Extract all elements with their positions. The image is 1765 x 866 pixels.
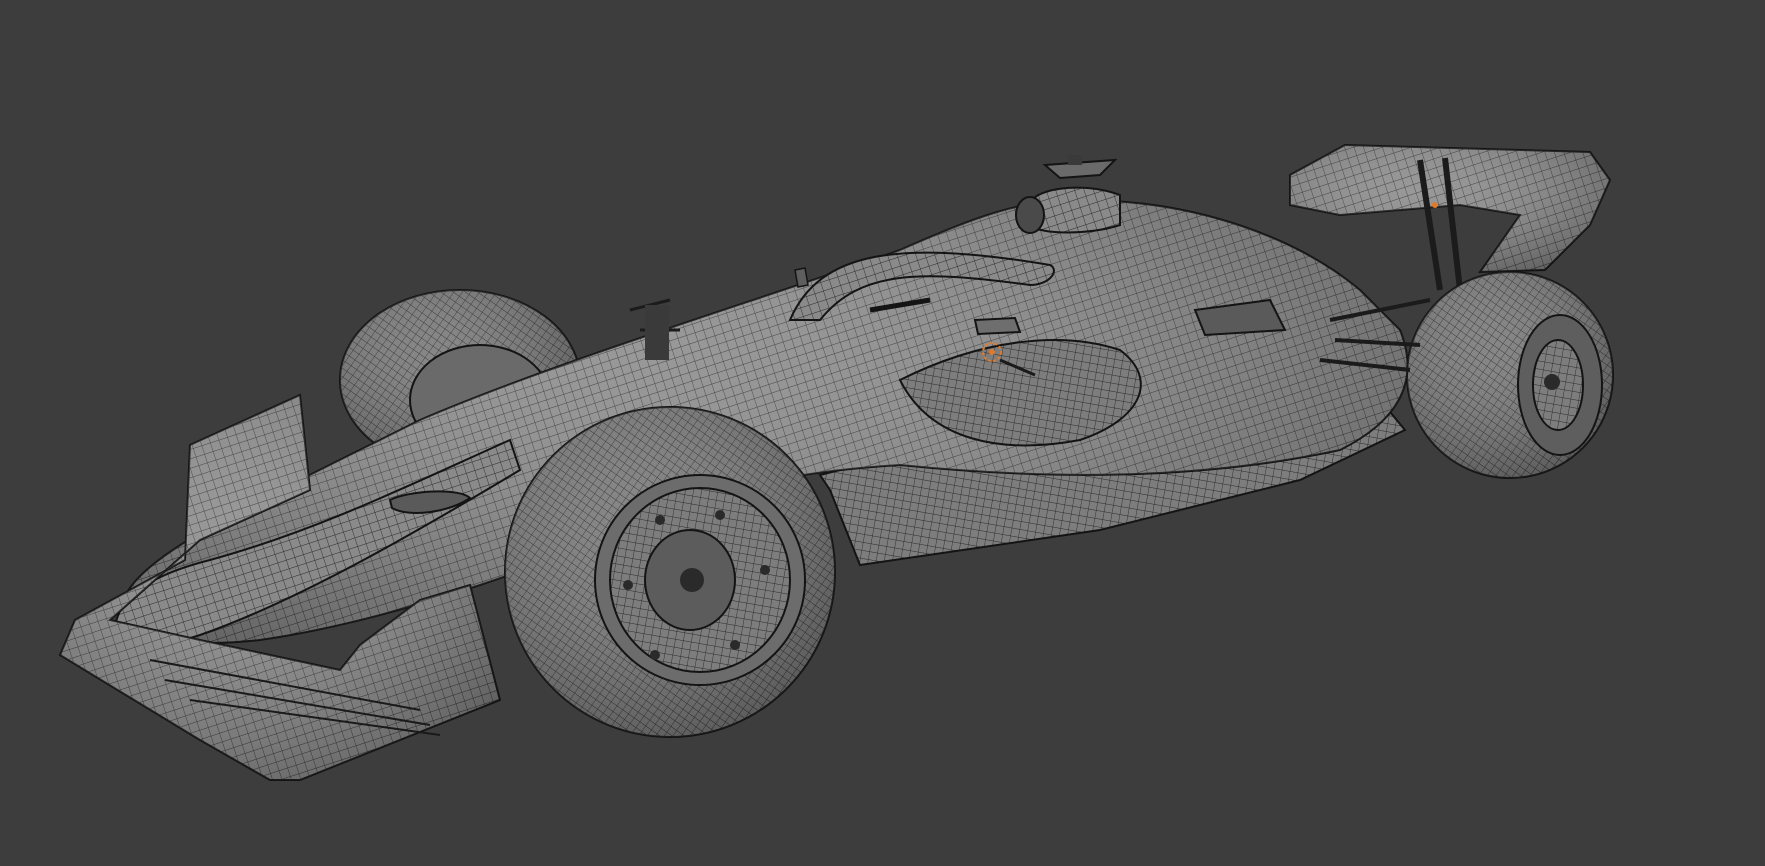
airbox[interactable] (1015, 155, 1121, 234)
object-origin-icon (1432, 202, 1438, 208)
rear-wing[interactable] (1289, 143, 1612, 291)
3d-viewport[interactable] (0, 0, 1765, 866)
front-left-wheel[interactable] (504, 406, 836, 738)
viewport-canvas[interactable] (0, 0, 1765, 866)
rear-right-wheel[interactable] (1406, 271, 1614, 479)
